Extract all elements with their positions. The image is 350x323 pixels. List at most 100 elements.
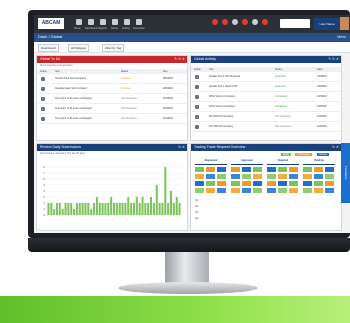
table-row[interactable]: KPIA Test Co Company Completed 11/09/18 xyxy=(191,102,341,112)
alert-icon[interactable] xyxy=(212,19,218,25)
trade-cell[interactable] xyxy=(206,167,215,172)
chart-bar[interactable] xyxy=(115,203,118,215)
feedback-side-tab[interactable]: Feedback xyxy=(341,143,350,203)
trade-cell[interactable] xyxy=(217,167,226,172)
trade-cell[interactable] xyxy=(267,174,276,179)
panel-controls-icon[interactable]: ✎ ↻ ✕ xyxy=(174,56,185,63)
row-action-icon[interactable] xyxy=(195,104,199,109)
trade-cell[interactable] xyxy=(242,174,251,179)
trade-cell[interactable] xyxy=(278,188,287,193)
chart-bar[interactable] xyxy=(101,203,104,215)
chart-bar[interactable] xyxy=(47,203,50,215)
row-action-icon[interactable] xyxy=(195,114,199,119)
menu-label[interactable]: Menu xyxy=(337,35,346,39)
row-action-icon[interactable] xyxy=(41,86,45,91)
trade-cell[interactable] xyxy=(267,188,276,193)
activity-icon[interactable] xyxy=(124,19,130,25)
chart-bar[interactable] xyxy=(164,167,167,215)
column-header-due[interactable]: Due xyxy=(163,70,168,73)
row-action-icon[interactable] xyxy=(41,96,45,101)
chart-bar[interactable] xyxy=(127,197,130,215)
chart-bar[interactable] xyxy=(175,197,178,215)
tasks-icon[interactable] xyxy=(242,19,248,25)
trade-cell[interactable] xyxy=(217,174,226,179)
trade-cell[interactable] xyxy=(195,181,204,186)
chart-bar[interactable] xyxy=(87,203,90,215)
trade-cell[interactable] xyxy=(206,188,215,193)
trade-cell[interactable] xyxy=(278,181,287,186)
dashboard-icon[interactable] xyxy=(88,19,94,25)
trade-cell[interactable] xyxy=(303,181,312,186)
chart-bar[interactable] xyxy=(75,203,78,215)
table-row[interactable]: Update Test 1 Report KPI Approved 13/09/18 xyxy=(191,82,341,92)
trade-cell[interactable] xyxy=(253,181,262,186)
chart-bar[interactable] xyxy=(70,203,73,215)
column-header-item[interactable]: Item xyxy=(209,68,214,71)
trade-cell[interactable] xyxy=(242,188,251,193)
chart-bar[interactable] xyxy=(132,203,135,215)
chart-bar[interactable] xyxy=(78,203,81,215)
chart-bar[interactable] xyxy=(130,203,133,215)
trade-cell[interactable] xyxy=(242,181,251,186)
alert-icon[interactable] xyxy=(222,19,228,25)
chart-bar[interactable] xyxy=(93,203,96,215)
chart-bar[interactable] xyxy=(155,185,158,215)
trade-cell[interactable] xyxy=(195,167,204,172)
chart-bar[interactable] xyxy=(178,203,181,215)
app-logo[interactable]: ABCAM xyxy=(38,18,64,29)
trade-cell[interactable] xyxy=(303,167,312,172)
trade-cell[interactable] xyxy=(253,174,262,179)
trade-cell[interactable] xyxy=(242,167,251,172)
chart-bar[interactable] xyxy=(90,209,93,215)
trade-cell[interactable] xyxy=(253,188,262,193)
chart-bar[interactable] xyxy=(84,203,87,215)
search-input[interactable] xyxy=(280,19,310,28)
table-row[interactable]: Kill STM 20 Company Not Reviewed 11/09/18 xyxy=(191,112,341,122)
trade-cell[interactable] xyxy=(231,167,240,172)
chart-bar[interactable] xyxy=(170,191,173,215)
calendar-icon[interactable] xyxy=(252,19,258,25)
trade-cell[interactable] xyxy=(195,188,204,193)
trade-cell[interactable] xyxy=(231,188,240,193)
trade-cell[interactable] xyxy=(325,181,334,186)
admin-icon[interactable] xyxy=(112,19,118,25)
trade-cell[interactable] xyxy=(231,174,240,179)
trade-cell[interactable] xyxy=(231,181,240,186)
chart-bar[interactable] xyxy=(158,203,161,215)
chart-bar[interactable] xyxy=(73,209,76,215)
chart-bar[interactable] xyxy=(141,197,144,215)
chart-bar[interactable] xyxy=(147,203,150,215)
chart-bar[interactable] xyxy=(95,197,98,215)
trade-cell[interactable] xyxy=(289,188,298,193)
chart-bar[interactable] xyxy=(67,203,70,215)
filter-by-tag-button[interactable]: Filter by Tag xyxy=(102,44,125,52)
all-widgets-button[interactable]: All Widgets xyxy=(68,44,90,52)
chart-bar[interactable] xyxy=(152,203,155,215)
chart-bar[interactable] xyxy=(53,209,56,215)
column-header-date[interactable]: Date xyxy=(317,68,322,71)
trade-cell[interactable] xyxy=(325,174,334,179)
table-row[interactable]: The terms of SLA are unchanged Not Review… xyxy=(37,114,187,124)
trade-cell[interactable] xyxy=(314,181,323,186)
breadcrumb[interactable]: Dash / Global xyxy=(38,34,62,39)
row-action-icon[interactable] xyxy=(195,124,199,129)
trade-cell[interactable] xyxy=(325,188,334,193)
favourites-icon[interactable] xyxy=(136,19,142,25)
column-header-action[interactable]: Action xyxy=(194,68,201,71)
table-row[interactable]: KPIA Test Co Company Completed 13/09/18 xyxy=(191,92,341,102)
trade-cell[interactable] xyxy=(206,174,215,179)
home-icon[interactable] xyxy=(76,19,82,25)
messages-icon[interactable] xyxy=(232,19,238,25)
chart-bar[interactable] xyxy=(150,197,153,215)
chart-bar[interactable] xyxy=(50,203,53,215)
chart-bar[interactable] xyxy=(118,203,121,215)
trade-cell[interactable] xyxy=(267,167,276,172)
table-row[interactable]: Update Test 1 KPI Reported Approved 13/09/… xyxy=(191,72,341,82)
chart-bar[interactable] xyxy=(124,203,127,215)
chart-bar[interactable] xyxy=(138,203,141,215)
trade-cell[interactable] xyxy=(267,181,276,186)
chart-bar[interactable] xyxy=(61,209,64,215)
trade-cell[interactable] xyxy=(289,181,298,186)
chart-bar[interactable] xyxy=(144,203,147,215)
trade-cell[interactable] xyxy=(217,181,226,186)
